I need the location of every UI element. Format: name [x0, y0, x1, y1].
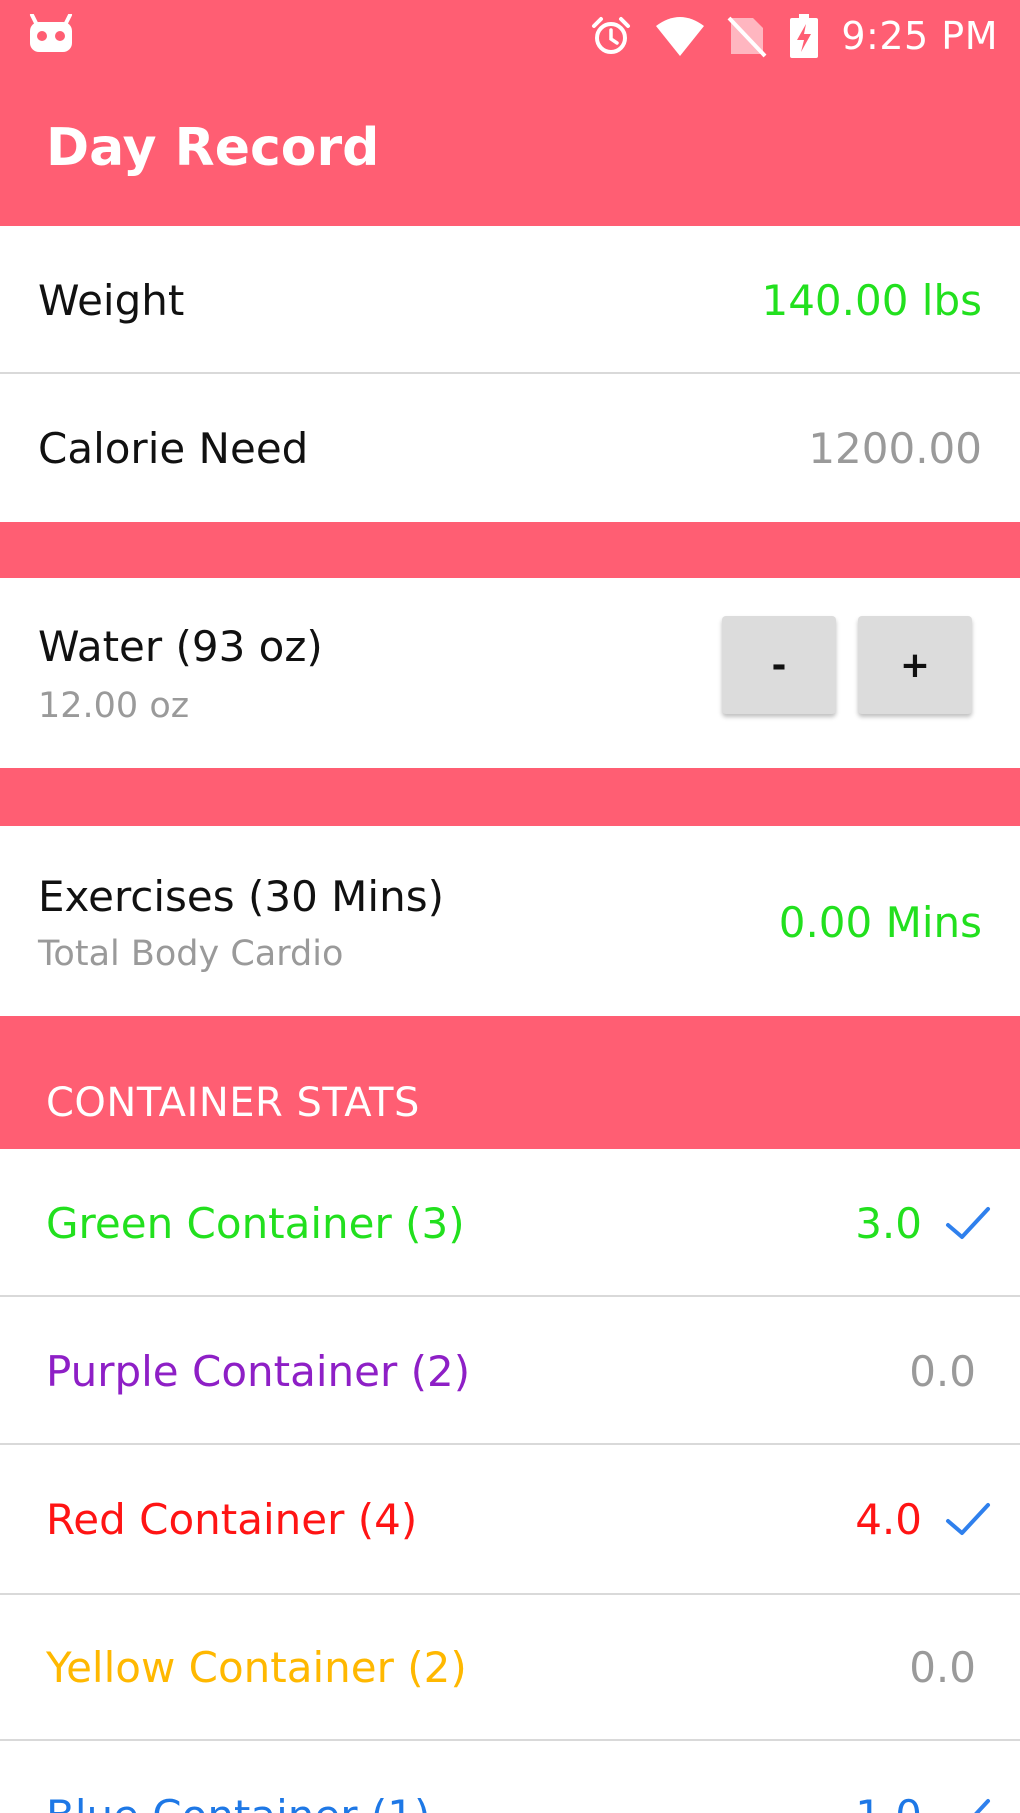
container-row-red[interactable]: Red Container (4) 4.0 [0, 1445, 1020, 1595]
container-stats-title: CONTAINER STATS [46, 1080, 420, 1126]
weight-value: 140.00 lbs [761, 276, 982, 325]
water-decrease-button[interactable]: - [722, 616, 836, 714]
container-label: Yellow Container (2) [46, 1643, 467, 1692]
container-label: Green Container (3) [46, 1199, 465, 1248]
container-row-yellow[interactable]: Yellow Container (2) 0.0 [0, 1595, 1020, 1741]
page-title: Day Record [46, 118, 380, 178]
check-icon [946, 1207, 990, 1239]
exercises-label: Exercises (30 Mins) [38, 872, 444, 921]
container-label: Red Container (4) [46, 1495, 418, 1544]
status-time: 9:25 PM [841, 14, 998, 58]
container-value: 4.0 [855, 1495, 922, 1544]
container-stats-header: CONTAINER STATS [0, 1016, 1020, 1149]
no-sim-icon [727, 16, 767, 58]
water-row: Water (93 oz) 12.00 oz - + [0, 578, 1020, 768]
calorie-need-value: 1200.00 [808, 424, 982, 473]
container-row-green[interactable]: Green Container (3) 3.0 [0, 1149, 1020, 1297]
water-label: Water (93 oz) [38, 622, 323, 671]
weight-label: Weight [38, 276, 185, 325]
alarm-icon [592, 17, 631, 54]
water-amount: 12.00 oz [38, 686, 190, 726]
app-bar: Day Record [0, 72, 1020, 226]
exercises-row[interactable]: Exercises (30 Mins) Total Body Cardio 0.… [0, 826, 1020, 1016]
day-record-screen: 9:25 PM Day Record Weight 140.00 lbs Cal… [0, 0, 1020, 1813]
status-bar: 9:25 PM [0, 0, 1020, 72]
android-icon [30, 14, 72, 52]
check-icon [974, 1799, 990, 1813]
calorie-need-row[interactable]: Calorie Need 1200.00 [0, 374, 1020, 522]
exercises-value: 0.00 Mins [778, 898, 982, 947]
check-icon [946, 1503, 990, 1535]
container-row-purple[interactable]: Purple Container (2) 0.0 [0, 1297, 1020, 1445]
container-value: 0.0 [909, 1643, 976, 1692]
container-value: 0.0 [909, 1347, 976, 1396]
container-value: 3.0 [855, 1199, 922, 1248]
wifi-icon [656, 17, 705, 56]
calorie-need-label: Calorie Need [38, 424, 309, 473]
battery-charging-icon [790, 14, 819, 58]
water-increase-button[interactable]: + [858, 616, 972, 714]
container-label: Purple Container (2) [46, 1347, 471, 1396]
status-icons: 9:25 PM [589, 10, 998, 62]
exercises-type: Total Body Cardio [38, 934, 344, 974]
container-label: Blue Container (1) [46, 1791, 430, 1813]
container-row-blue[interactable]: Blue Container (1) 1.0 [0, 1741, 1020, 1813]
section-divider [0, 768, 1020, 826]
weight-row[interactable]: Weight 140.00 lbs [0, 226, 1020, 374]
section-divider [0, 522, 1020, 578]
container-value: 1.0 [855, 1791, 922, 1813]
